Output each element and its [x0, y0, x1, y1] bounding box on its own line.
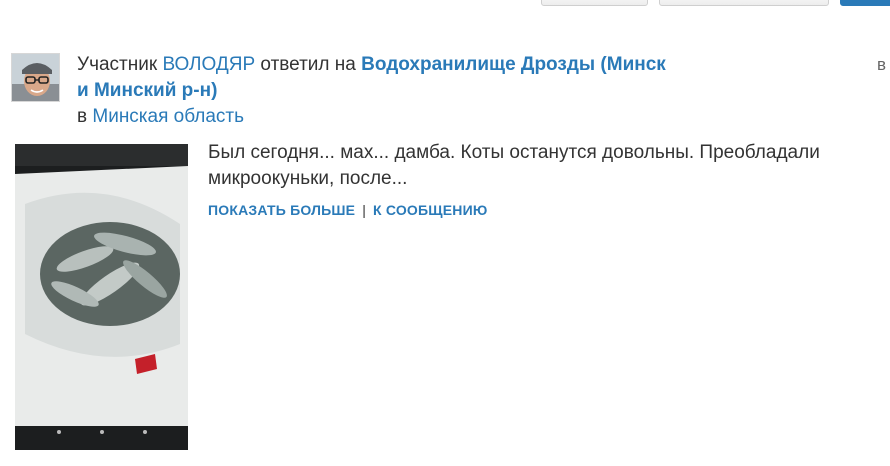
top-button-primary[interactable] [840, 0, 890, 6]
activity-header: Участник ВОЛОДЯР ответил на Водохранилищ… [77, 52, 667, 130]
user-link[interactable]: ВОЛОДЯР [162, 54, 255, 75]
post-links: Показать больше | К сообщению [208, 202, 488, 218]
avatar[interactable] [11, 53, 60, 102]
avatar-image [12, 54, 59, 101]
fish-photo [15, 144, 188, 450]
activity-action: ответил на [260, 54, 356, 75]
activity-prefix: Участник [77, 54, 158, 75]
show-more-link[interactable]: Показать больше [208, 202, 355, 218]
post-thumbnail[interactable] [15, 144, 188, 450]
link-separator: | [362, 202, 367, 218]
post-excerpt: Был сегодня... мах... дамба. Коты остану… [208, 142, 820, 189]
top-button-1[interactable] [541, 0, 648, 6]
forum-link[interactable]: Минская область [92, 106, 244, 127]
top-button-2[interactable] [659, 0, 829, 6]
to-message-link[interactable]: К сообщению [373, 202, 487, 218]
in-label: в [77, 106, 88, 127]
timestamp-fragment: в [877, 55, 887, 74]
